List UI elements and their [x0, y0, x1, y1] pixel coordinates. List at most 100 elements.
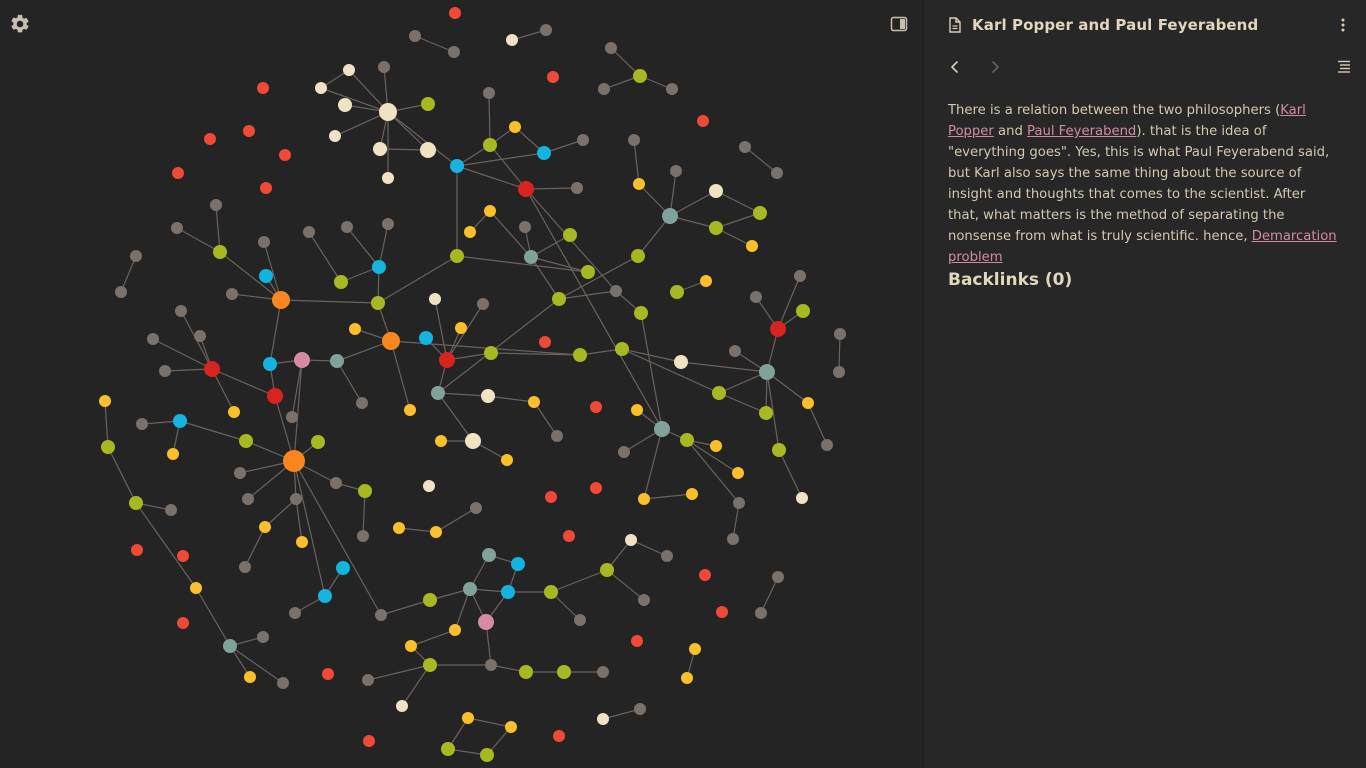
graph-node[interactable] [638, 493, 650, 505]
graph-node[interactable] [600, 563, 614, 577]
graph-node[interactable] [173, 414, 187, 428]
graph-node[interactable] [638, 594, 650, 606]
graph-node[interactable] [257, 631, 269, 643]
graph-node[interactable] [524, 250, 538, 264]
graph-node[interactable] [699, 569, 711, 581]
graph-node[interactable] [463, 582, 477, 596]
graph-node[interactable] [372, 260, 386, 274]
graph-node[interactable] [628, 134, 640, 146]
graph-node[interactable] [633, 69, 647, 83]
graph-node[interactable] [423, 658, 437, 672]
graph-node[interactable] [462, 712, 474, 724]
graph-node[interactable] [577, 134, 589, 146]
graph-node[interactable] [712, 386, 726, 400]
graph-view[interactable] [0, 0, 923, 768]
graph-node[interactable] [243, 125, 255, 137]
graph-node[interactable] [483, 87, 495, 99]
graph-node[interactable] [420, 142, 436, 158]
graph-node[interactable] [597, 713, 609, 725]
graph-node[interactable] [379, 103, 397, 121]
graph-node[interactable] [318, 589, 332, 603]
graph-node[interactable] [573, 348, 587, 362]
graph-node[interactable] [544, 585, 558, 599]
graph-node[interactable] [563, 228, 577, 242]
graph-node[interactable] [130, 250, 142, 262]
graph-node[interactable] [159, 365, 171, 377]
graph-node[interactable] [242, 493, 254, 505]
graph-node[interactable] [697, 115, 709, 127]
graph-node[interactable] [480, 748, 494, 762]
graph-node[interactable] [431, 386, 445, 400]
graph-node[interactable] [343, 64, 355, 76]
graph-node[interactable] [405, 640, 417, 652]
graph-node[interactable] [670, 165, 682, 177]
graph-node[interactable] [505, 721, 517, 733]
graph-node[interactable] [727, 533, 739, 545]
graph-node[interactable] [834, 328, 846, 340]
graph-node[interactable] [662, 208, 678, 224]
graph-node[interactable] [590, 482, 602, 494]
graph-node[interactable] [419, 331, 433, 345]
graph-node[interactable] [709, 184, 723, 198]
graph-node[interactable] [450, 159, 464, 173]
graph-node[interactable] [519, 665, 533, 679]
graph-node[interactable] [733, 497, 745, 509]
graph-node[interactable] [448, 46, 460, 58]
graph-node[interactable] [279, 149, 291, 161]
graph-node[interactable] [371, 296, 385, 310]
graph-node[interactable] [136, 418, 148, 430]
graph-node[interactable] [396, 700, 408, 712]
graph-node[interactable] [131, 544, 143, 556]
graph-node[interactable] [605, 42, 617, 54]
graph-node[interactable] [204, 361, 220, 377]
graph-node[interactable] [581, 265, 595, 279]
graph-node[interactable] [750, 291, 762, 303]
graph-node[interactable] [194, 330, 206, 342]
graph-node[interactable] [336, 561, 350, 575]
graph-node[interactable] [465, 433, 481, 449]
graph-node[interactable] [590, 401, 602, 413]
graph-node[interactable] [257, 82, 269, 94]
graph-node[interactable] [267, 388, 283, 404]
graph-node[interactable] [175, 305, 187, 317]
graph-node[interactable] [557, 665, 571, 679]
graph-node[interactable] [654, 421, 670, 437]
graph-node[interactable] [165, 504, 177, 516]
graph-canvas[interactable] [0, 0, 923, 768]
graph-node[interactable] [519, 221, 531, 233]
graph-node[interactable] [435, 435, 447, 447]
graph-node[interactable] [700, 275, 712, 287]
graph-node[interactable] [771, 167, 783, 179]
graph-node[interactable] [759, 364, 775, 380]
graph-node[interactable] [260, 182, 272, 194]
graph-node[interactable] [634, 306, 648, 320]
graph-node[interactable] [540, 24, 552, 36]
link-paul-feyerabend[interactable]: Paul Feyerabend [1027, 124, 1136, 139]
graph-node[interactable] [802, 397, 814, 409]
graph-node[interactable] [484, 205, 496, 217]
graph-node[interactable] [772, 443, 786, 457]
graph-node[interactable] [449, 7, 461, 19]
graph-node[interactable] [329, 130, 341, 142]
graph-node[interactable] [689, 643, 701, 655]
graph-node[interactable] [382, 218, 394, 230]
graph-node[interactable] [303, 226, 315, 238]
graph-node[interactable] [356, 397, 368, 409]
outline-icon[interactable] [1335, 58, 1353, 76]
graph-node[interactable] [625, 534, 637, 546]
graph-node[interactable] [289, 607, 301, 619]
graph-node[interactable] [455, 322, 467, 334]
graph-node[interactable] [450, 249, 464, 263]
graph-node[interactable] [509, 121, 521, 133]
graph-node[interactable] [373, 142, 387, 156]
graph-node[interactable] [258, 236, 270, 248]
graph-node[interactable] [286, 411, 298, 423]
graph-node[interactable] [674, 355, 688, 369]
graph-node[interactable] [615, 342, 629, 356]
graph-node[interactable] [553, 730, 565, 742]
graph-node[interactable] [485, 659, 497, 671]
graph-node[interactable] [597, 666, 609, 678]
graph-node[interactable] [633, 178, 645, 190]
graph-node[interactable] [484, 346, 498, 360]
graph-node[interactable] [753, 206, 767, 220]
